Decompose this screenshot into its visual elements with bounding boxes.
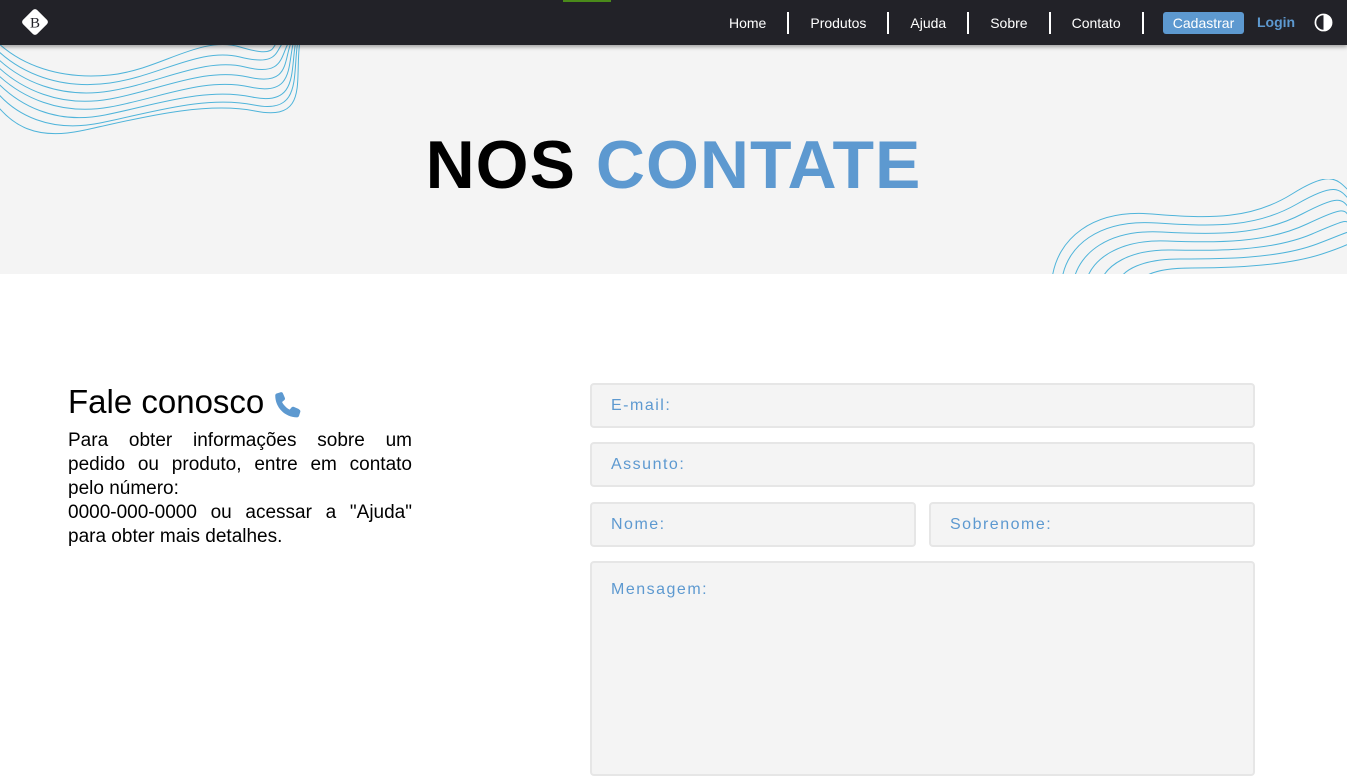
login-link[interactable]: Login <box>1257 14 1295 30</box>
contact-description-line1: Para obter informações sobre um pedido o… <box>68 430 412 499</box>
email-field[interactable] <box>590 383 1255 428</box>
contrast-toggle-icon[interactable] <box>1314 13 1333 32</box>
assunto-field[interactable] <box>590 442 1255 487</box>
active-indicator <box>563 0 611 2</box>
top-navbar: B Home Produtos Ajuda Sobre Contato Cada… <box>0 0 1347 45</box>
nav-link-sobre[interactable]: Sobre <box>969 15 1048 31</box>
nav-link-ajuda[interactable]: Ajuda <box>889 15 967 31</box>
contact-heading: Fale conosco <box>68 383 412 421</box>
contact-description-line2: 0000-000-0000 ou acessar a "Ajuda" para … <box>68 502 412 547</box>
nav-link-contato[interactable]: Contato <box>1051 15 1142 31</box>
mensagem-field[interactable] <box>590 561 1255 776</box>
wave-decoration <box>0 45 300 135</box>
page-title-part1: NOS <box>425 127 576 203</box>
contact-heading-text: Fale conosco <box>68 383 265 420</box>
page-title: NOS CONTATE <box>0 128 1347 202</box>
contact-description: Para obter informações sobre um pedido o… <box>68 429 412 549</box>
nav-divider <box>1141 11 1144 34</box>
sobrenome-field[interactable] <box>929 502 1255 547</box>
page-title-part2: CONTATE <box>595 127 922 203</box>
nome-field[interactable] <box>590 502 916 547</box>
hero-banner: NOS CONTATE <box>0 45 1347 274</box>
cadastrar-button[interactable]: Cadastrar <box>1163 12 1244 34</box>
svg-text:B: B <box>30 16 40 32</box>
nav-link-produtos[interactable]: Produtos <box>789 15 887 31</box>
nav-link-home[interactable]: Home <box>708 15 787 31</box>
nav-links: Home Produtos Ajuda Sobre Contato <box>708 0 1144 45</box>
phone-icon <box>275 392 301 418</box>
contact-info: Fale conosco Para obter informações sobr… <box>68 383 412 549</box>
brand-logo-icon[interactable]: B <box>20 7 50 37</box>
